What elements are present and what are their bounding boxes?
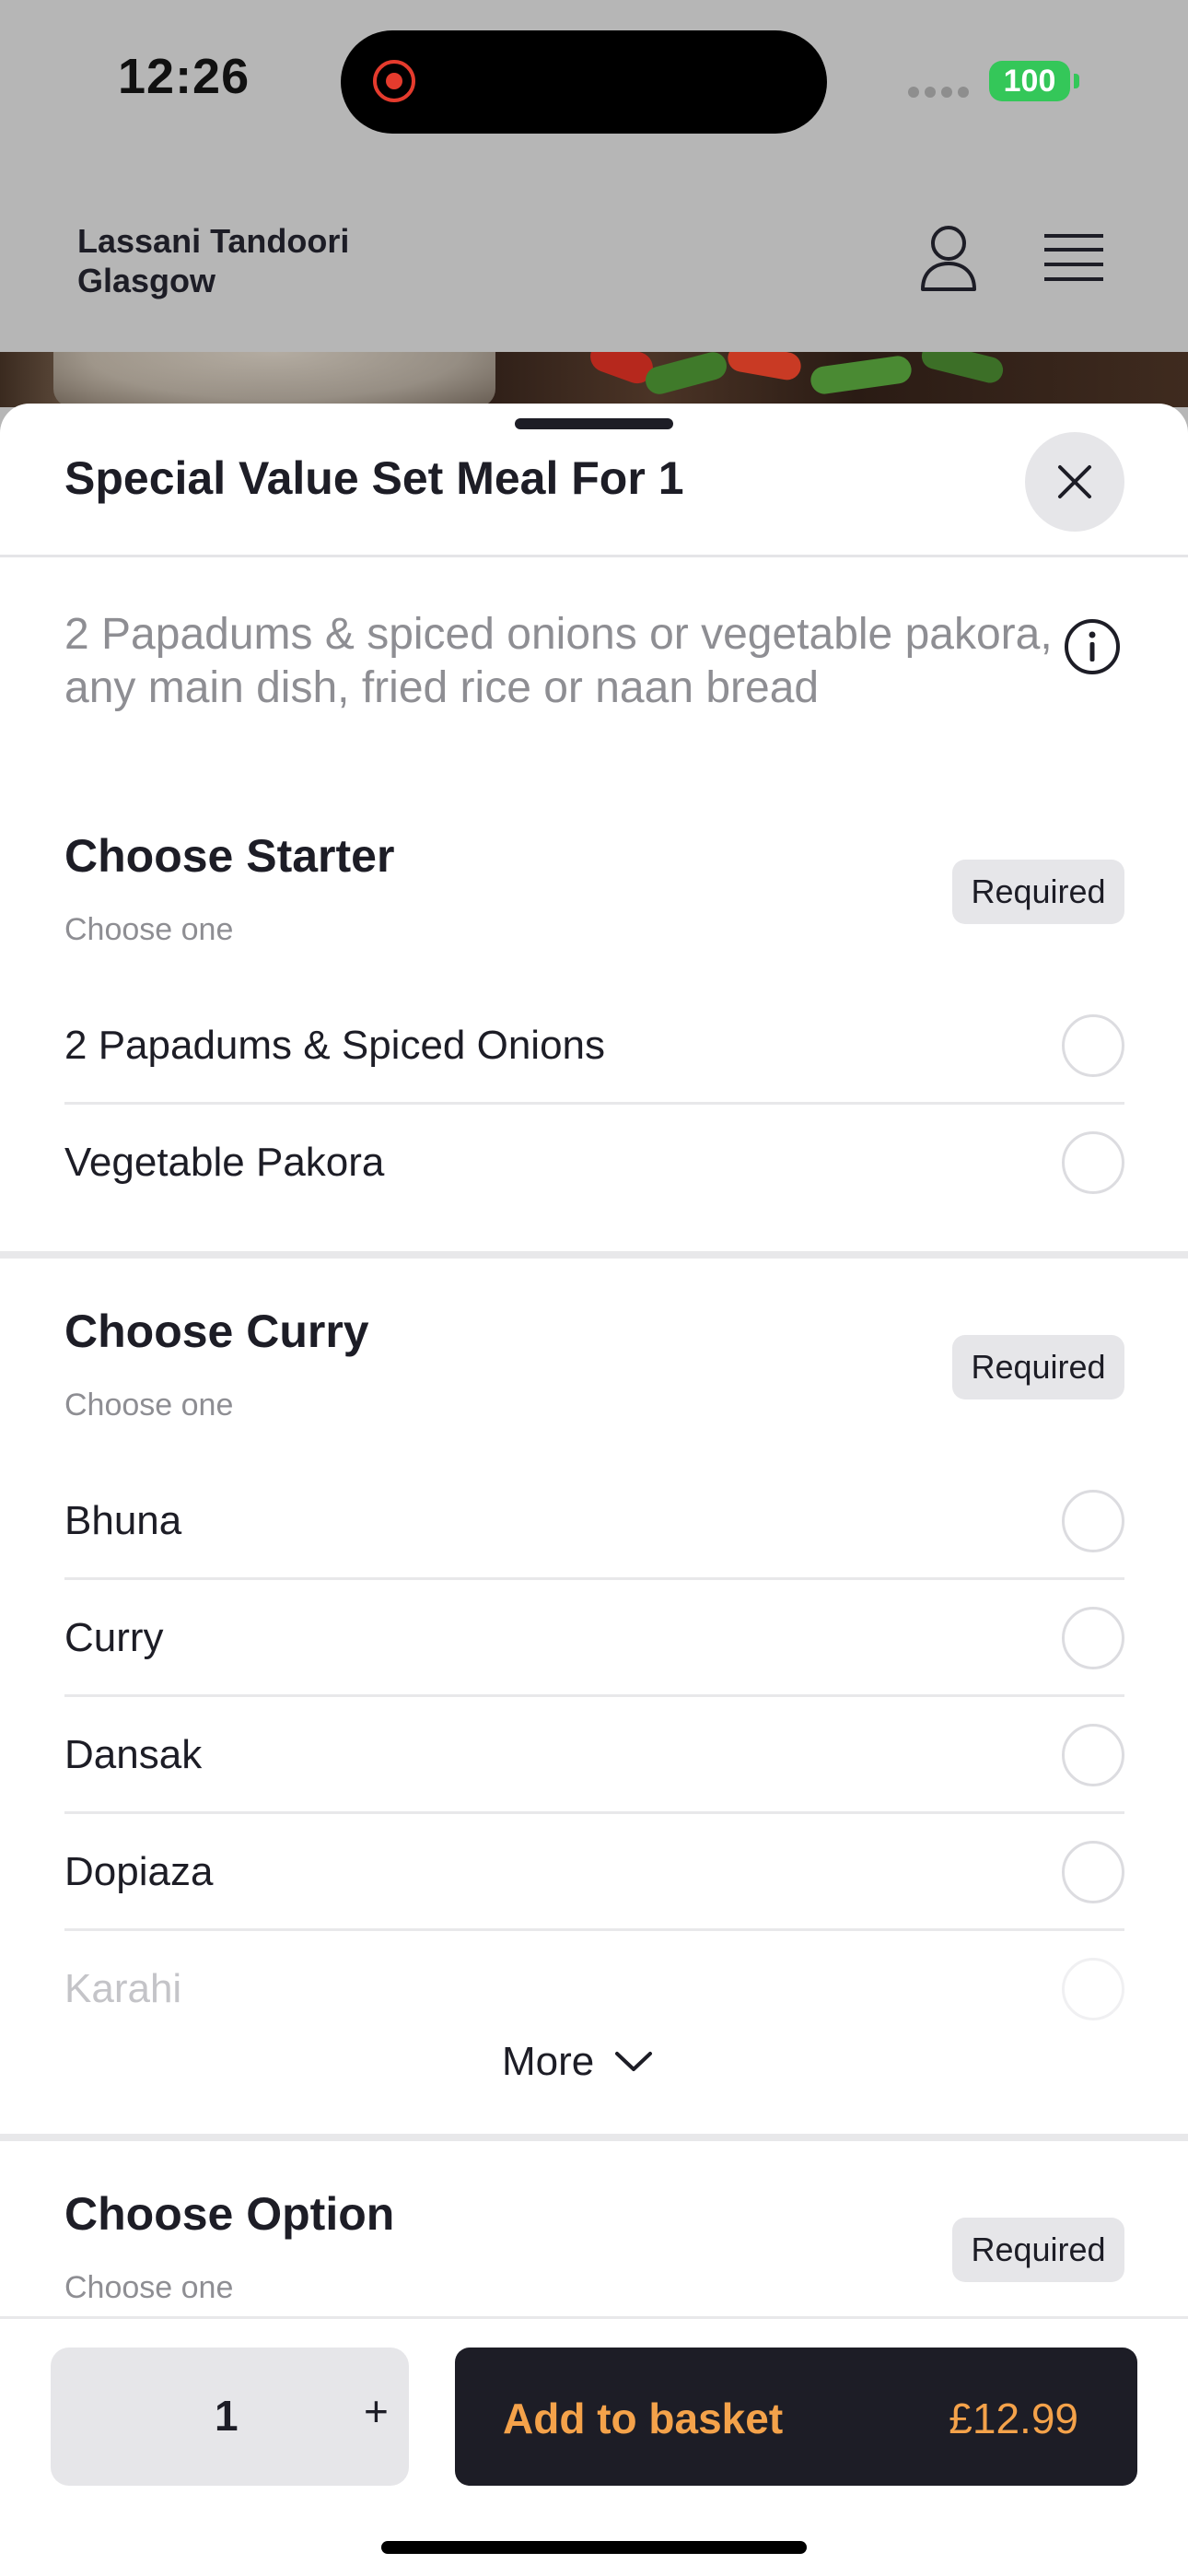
option-label: Dansak: [64, 1732, 203, 1777]
option-list: 2 Papadums & Spiced Onions Vegetable Pak…: [64, 988, 1124, 1222]
section-title: Choose Starter: [64, 830, 395, 882]
option-row[interactable]: Bhuna: [64, 1463, 1124, 1580]
radio-button[interactable]: [1062, 1131, 1124, 1194]
add-to-basket-label: Add to basket: [503, 2395, 784, 2442]
battery-tip: [1074, 74, 1079, 88]
close-button[interactable]: [1025, 432, 1124, 532]
option-label: 2 Papadums & Spiced Onions: [64, 1023, 606, 1068]
option-row[interactable]: Karahi: [64, 1931, 1124, 2048]
section-separator: [0, 2134, 1188, 2141]
user-icon[interactable]: [917, 223, 980, 293]
item-description: 2 Papadums & spiced onions or vegetable …: [64, 610, 1053, 712]
sheet-grabber[interactable]: [515, 418, 673, 429]
home-indicator[interactable]: [381, 2541, 807, 2554]
chevron-down-icon: [615, 2052, 653, 2071]
option-label: Dopiaza: [64, 1849, 214, 1894]
radio-button[interactable]: [1062, 1841, 1124, 1903]
radio-button[interactable]: [1062, 1014, 1124, 1077]
section-separator: [0, 1251, 1188, 1259]
option-list: Bhuna Curry Dansak Dopiaza Karahi: [64, 1463, 1124, 2048]
option-row[interactable]: Curry: [64, 1580, 1124, 1697]
item-options-sheet: Special Value Set Meal For 1 2 Papadums …: [0, 404, 1188, 2576]
hero-image: [0, 352, 1188, 407]
signal-icon: [908, 87, 971, 98]
app-header: Lassani Tandoori Glasgow: [0, 166, 1188, 352]
info-icon[interactable]: [1063, 617, 1122, 676]
add-to-basket-button[interactable]: Add to basket £12.99: [455, 2348, 1137, 2486]
option-label: Vegetable Pakora: [64, 1140, 385, 1185]
radio-button[interactable]: [1062, 1724, 1124, 1786]
sheet-title: Special Value Set Meal For 1: [64, 452, 684, 504]
radio-button[interactable]: [1062, 1958, 1124, 2020]
option-label: Bhuna: [64, 1498, 182, 1543]
battery-indicator: 100: [989, 61, 1070, 101]
radio-button[interactable]: [1062, 1607, 1124, 1669]
option-row[interactable]: Vegetable Pakora: [64, 1105, 1124, 1222]
radio-button[interactable]: [1062, 1490, 1124, 1552]
required-badge: Required: [952, 2218, 1124, 2282]
option-row[interactable]: Dansak: [64, 1697, 1124, 1814]
option-label: Karahi: [64, 1966, 182, 2011]
close-icon: [1058, 465, 1091, 498]
section-subtitle: Choose one: [64, 912, 234, 947]
dynamic-island: [341, 30, 827, 134]
quantity-stepper[interactable]: 1 +: [51, 2348, 409, 2486]
hamburger-menu-icon[interactable]: [1044, 232, 1103, 284]
quantity-value: 1: [215, 2392, 239, 2440]
option-row[interactable]: Dopiaza: [64, 1814, 1124, 1931]
section-subtitle: Choose one: [64, 2270, 234, 2305]
required-badge: Required: [952, 1335, 1124, 1399]
required-badge: Required: [952, 860, 1124, 924]
section-subtitle: Choose one: [64, 1388, 234, 1423]
more-button[interactable]: More: [502, 2034, 653, 2090]
section-title: Choose Curry: [64, 1306, 369, 1357]
status-bar: 12:26 100: [0, 0, 1188, 166]
screen-recording-icon: [373, 60, 415, 102]
option-row[interactable]: 2 Papadums & Spiced Onions: [64, 988, 1124, 1105]
more-label: More: [502, 2039, 595, 2084]
basket-footer: 1 + Add to basket £12.99: [0, 2316, 1188, 2576]
section-title: Choose Option: [64, 2188, 395, 2240]
status-time: 12:26: [118, 49, 250, 104]
header-divider: [0, 555, 1188, 557]
option-label: Curry: [64, 1615, 164, 1660]
restaurant-name[interactable]: Lassani Tandoori Glasgow: [77, 221, 464, 300]
price-label: £12.99: [949, 2395, 1078, 2442]
increment-button[interactable]: +: [364, 2386, 389, 2436]
